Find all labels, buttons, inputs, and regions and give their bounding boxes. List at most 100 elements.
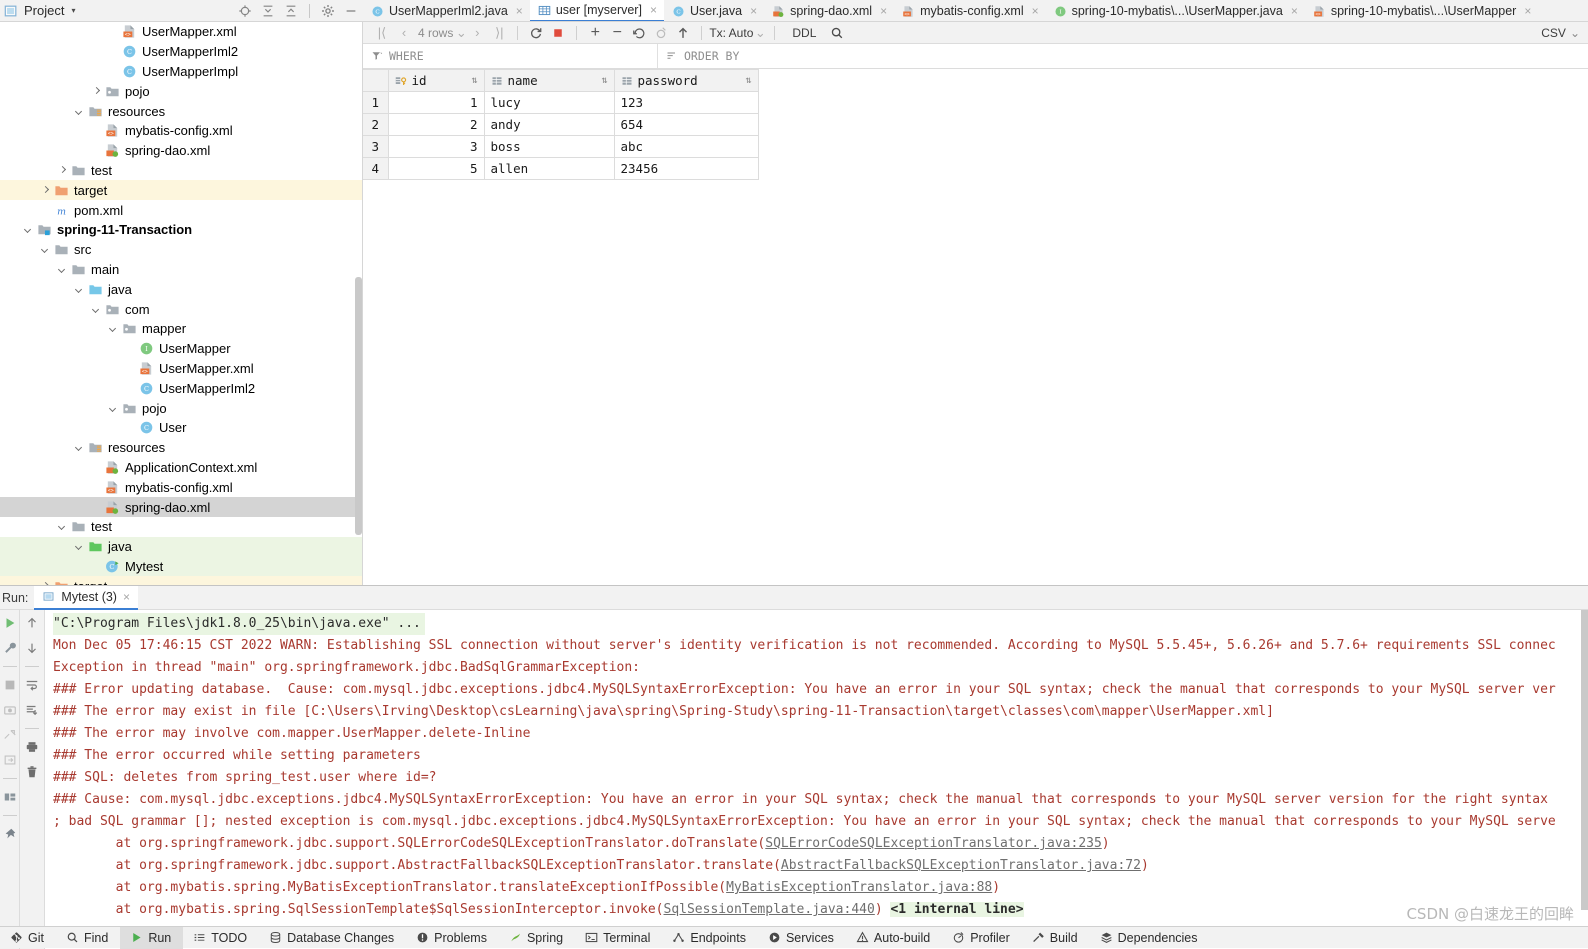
tree-node[interactable]: C User [0, 418, 362, 438]
tree-node[interactable]: C UserMapperIml2 [0, 378, 362, 398]
tree-node[interactable]: target [0, 576, 362, 585]
tree-node[interactable]: <> UserMapper.xml [0, 359, 362, 379]
last-page-button[interactable]: ⟩| [488, 23, 510, 43]
close-icon[interactable]: × [1291, 4, 1298, 18]
search-icon[interactable] [826, 23, 848, 43]
tree-node[interactable]: C Mytest [0, 556, 362, 577]
stack-frame-link[interactable]: AbstractFallbackSQLExceptionTranslator.j… [781, 858, 1141, 873]
cell-password[interactable]: abc [613, 135, 759, 158]
tree-node[interactable]: <> mybatis-config.xml [0, 121, 362, 141]
tree-node[interactable]: src [0, 240, 362, 260]
export-format-selector[interactable]: CSV ⌄ [1541, 26, 1588, 40]
chevron-down-icon[interactable] [108, 403, 119, 414]
status-bar-item-auto-build[interactable]: Auto-build [846, 927, 942, 949]
editor-tab-strip[interactable]: C UserMapperIml2.java × user [myserver] × C Us… [363, 0, 1588, 22]
tree-node[interactable]: C UserMapperImpl [0, 62, 362, 82]
cell-id[interactable]: 5 [387, 157, 485, 180]
cell-name[interactable]: andy [483, 113, 615, 136]
chevron-right-icon[interactable] [57, 165, 68, 176]
print-icon[interactable] [25, 740, 39, 754]
stack-frame-link[interactable]: SQLErrorCodeSQLExceptionTranslator.java:… [765, 836, 1102, 851]
editor-tab[interactable]: <> spring-10-mybatis\...\UserMapper × [1305, 0, 1539, 21]
stack-frame-link[interactable]: MyBatisExceptionTranslator.java:88 [726, 880, 992, 895]
status-bar-item-database-changes[interactable]: Database Changes [259, 927, 406, 949]
chevron-down-icon[interactable] [74, 284, 85, 295]
row-count-chevron-down-icon[interactable]: ⌄ [456, 23, 467, 43]
status-bar-item-terminal[interactable]: Terminal [575, 927, 662, 949]
close-icon[interactable]: × [880, 4, 887, 18]
tree-node[interactable]: <> mybatis-config.xml [0, 477, 362, 497]
chevron-right-icon[interactable] [40, 581, 51, 585]
column-header[interactable]: name ⇅ [483, 69, 615, 92]
revert-selected-icon[interactable] [650, 23, 672, 43]
cell-name[interactable]: allen [483, 157, 615, 180]
stop-icon[interactable] [547, 23, 569, 43]
tree-node[interactable]: java [0, 536, 362, 557]
cell-name[interactable]: boss [483, 135, 615, 158]
close-icon[interactable]: × [516, 4, 523, 18]
sort-toggle-icon[interactable]: ⇅ [601, 75, 607, 86]
console-scrollbar[interactable] [1581, 610, 1588, 910]
column-header[interactable]: id ⇅ [387, 69, 485, 92]
table-row[interactable]: 2 2 andy 654 [363, 113, 759, 136]
table-row[interactable]: 3 3 boss abc [363, 135, 759, 158]
transaction-chevron-down-icon[interactable]: ⌄ [753, 23, 767, 43]
data-grid[interactable]: id ⇅ name ⇅ password ⇅ 1 1 lucy 123 2 2 andy 654 3 3 bo… [363, 69, 759, 180]
cell-password[interactable]: 654 [613, 113, 759, 136]
tree-node[interactable]: spring-11-Transaction [0, 220, 362, 240]
tree-node[interactable]: ApplicationContext.xml [0, 458, 362, 478]
tree-node[interactable]: target [0, 180, 362, 201]
settings-wrench-icon[interactable] [3, 641, 17, 655]
cell-id[interactable]: 3 [387, 135, 485, 158]
delete-row-button[interactable]: − [606, 23, 628, 43]
editor-tab[interactable]: spring-dao.xml × [764, 0, 894, 21]
status-bar-item-endpoints[interactable]: Endpoints [662, 927, 758, 949]
chevron-down-icon[interactable] [57, 264, 68, 275]
cell-id[interactable]: 1 [387, 91, 485, 114]
transaction-mode-label[interactable]: Tx: Auto [709, 26, 753, 40]
stack-frame-link[interactable]: SqlSessionTemplate.java:440 [664, 902, 875, 917]
locate-icon[interactable] [238, 4, 252, 18]
project-tree-scrollbar[interactable] [355, 277, 362, 535]
status-bar-item-find[interactable]: Find [56, 927, 120, 949]
table-row[interactable]: 4 5 allen 23456 [363, 157, 759, 180]
next-page-button[interactable]: › [466, 23, 488, 43]
collapse-all-icon[interactable] [284, 4, 298, 18]
close-icon[interactable]: × [650, 3, 657, 17]
tree-node[interactable]: java [0, 279, 362, 299]
scroll-to-end-icon[interactable] [25, 703, 39, 717]
submit-icon[interactable] [672, 23, 694, 43]
settings-gear-icon[interactable] [321, 4, 335, 18]
chevron-down-icon[interactable] [40, 244, 51, 255]
first-page-button[interactable]: |⟨ [371, 23, 393, 43]
expand-all-icon[interactable] [261, 4, 275, 18]
chevron-down-icon[interactable] [74, 541, 85, 552]
editor-tab[interactable]: C User.java × [664, 0, 764, 21]
tree-node[interactable]: test [0, 161, 362, 181]
tree-node[interactable]: C UserMapperIml2 [0, 42, 362, 62]
layout-icon[interactable] [3, 790, 17, 804]
chevron-down-icon[interactable] [91, 304, 102, 315]
order-by-filter-cell[interactable]: ORDER BY [658, 44, 1588, 68]
trash-icon[interactable] [25, 765, 39, 779]
status-bar-item-problems[interactable]: Problems [406, 927, 499, 949]
tree-node[interactable]: spring-dao.xml [0, 497, 362, 517]
cell-password[interactable]: 123 [613, 91, 759, 114]
status-bar-item-spring[interactable]: Spring [499, 927, 575, 949]
prev-page-button[interactable]: ‹ [393, 23, 415, 43]
editor-tab[interactable]: user [myserver] × [529, 0, 664, 21]
status-bar-item-build[interactable]: Build [1022, 927, 1090, 949]
close-icon[interactable]: × [1524, 4, 1531, 18]
column-header[interactable]: password ⇅ [613, 69, 759, 92]
tree-node[interactable]: com [0, 299, 362, 319]
pin-icon[interactable] [3, 827, 17, 841]
chevron-down-icon[interactable] [23, 224, 34, 235]
tree-node[interactable]: resources [0, 438, 362, 458]
editor-tab[interactable]: <> mybatis-config.xml × [894, 0, 1046, 21]
cell-id[interactable]: 2 [387, 113, 485, 136]
tree-node[interactable]: I UserMapper [0, 339, 362, 359]
console-output[interactable]: "C:\Program Files\jdk1.8.0_25\bin\java.e… [45, 610, 1588, 949]
cell-password[interactable]: 23456 [613, 157, 759, 180]
cell-name[interactable]: lucy [483, 91, 615, 114]
status-bar-item-services[interactable]: Services [758, 927, 846, 949]
